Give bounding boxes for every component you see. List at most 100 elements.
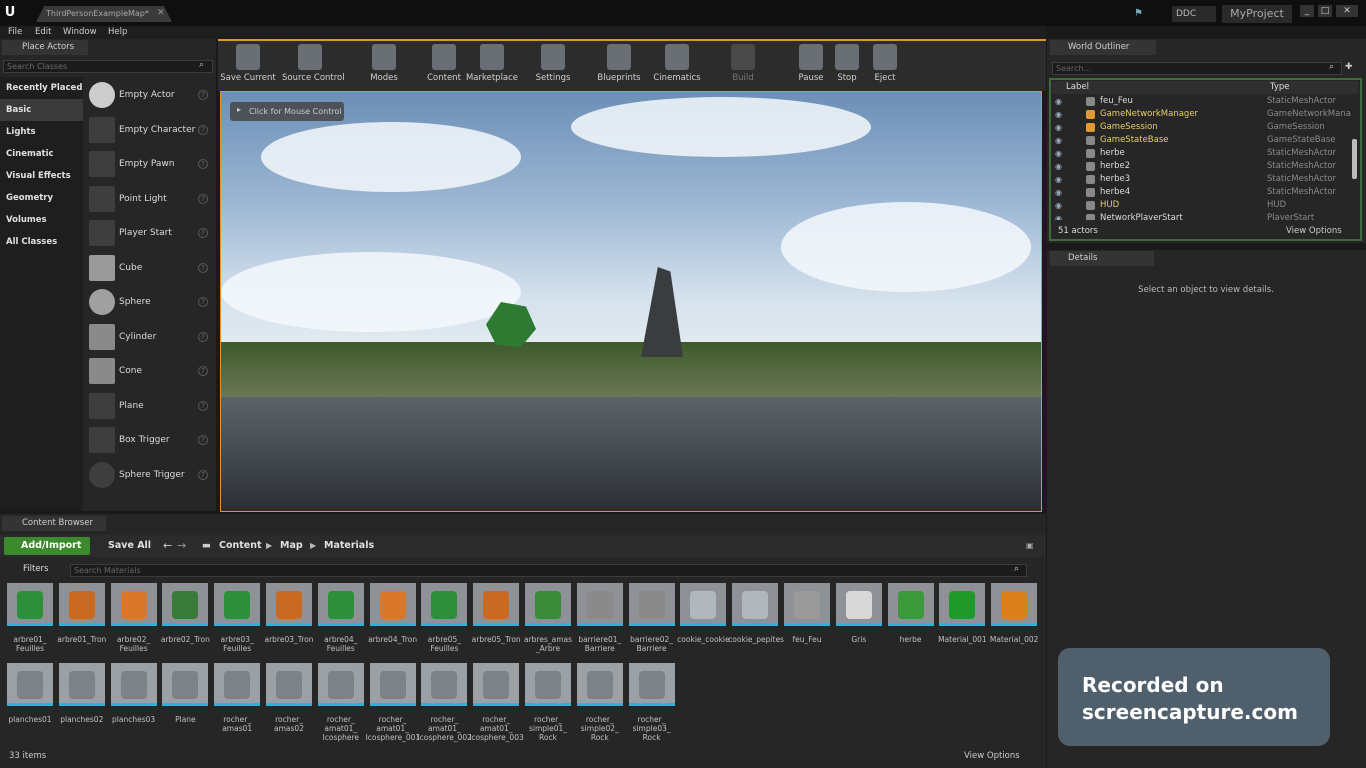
help-icon[interactable]: ? [198,401,208,411]
category-basic[interactable]: Basic [0,99,83,121]
outliner-row[interactable]: ◉ feu_Feu StaticMeshActor [1052,95,1352,108]
outliner-row[interactable]: ◉ herbe3 StaticMeshActor [1052,173,1352,186]
asset-tile[interactable]: arbre05_ Feuilles [421,583,468,663]
actor-empty-pawn[interactable]: Empty Pawn ? [86,148,214,180]
asset-tile[interactable]: cookie_pepites [728,583,784,663]
actor-cylinder[interactable]: Cylinder ? [86,321,214,353]
outliner-row[interactable]: ◉ GameStateBase GameStateBase [1052,134,1352,147]
outliner-row[interactable]: ◉ HUD HUD [1052,199,1352,212]
eye-icon[interactable]: ◉ [1055,160,1062,173]
lock-icon[interactable]: ▣ [1026,541,1034,550]
outliner-search-input[interactable]: Search... [1052,62,1342,75]
actor-cone[interactable]: Cone ? [86,355,214,387]
asset-tile[interactable]: Gris [835,583,882,663]
eye-icon[interactable]: ◉ [1055,173,1062,186]
back-arrow-icon[interactable]: ← [163,539,172,552]
asset-tile[interactable]: rocher_ amas02 [266,663,312,743]
actor-sphere-trigger[interactable]: Sphere Trigger ? [86,459,214,491]
asset-tile[interactable]: planches02 [58,663,105,743]
asset-tile[interactable]: arbre01_Tron [57,583,106,663]
search-materials-input[interactable]: Search Materials [70,564,1027,577]
eye-icon[interactable]: ◉ [1055,186,1062,199]
asset-tile[interactable]: cookie_cookie [677,583,730,663]
asset-tile[interactable]: rocher_ amat01_ Icosphere_001 [366,663,420,743]
place-actors-tab[interactable]: Place Actors [2,40,88,55]
search-icon[interactable]: ⌕ [199,60,204,70]
asset-tile[interactable]: arbre04_ Feuilles [317,583,364,663]
actor-empty-actor[interactable]: Empty Actor ? [86,79,214,111]
help-icon[interactable]: ? [198,90,208,100]
minimize-button[interactable]: _ [1300,5,1314,17]
asset-tile[interactable]: arbre05_Tron [472,583,521,663]
search-icon[interactable]: ⌕ [1014,564,1019,574]
help-icon[interactable]: ? [198,228,208,238]
asset-tile[interactable]: rocher_ amat01_ Icosphere [317,663,364,743]
category-lights[interactable]: Lights [0,121,83,143]
asset-tile[interactable]: herbe [887,583,934,663]
category-cinematic[interactable]: Cinematic [0,143,83,165]
outliner-row[interactable]: ◉ GameNetworkManager GameNetworkManage [1052,108,1352,121]
asset-tile[interactable]: rocher_ simple01_ Rock [525,663,571,743]
outliner-scrollbar[interactable] [1352,139,1357,179]
column-type[interactable]: Type [1270,81,1290,94]
actor-box-trigger[interactable]: Box Trigger ? [86,424,214,456]
outliner-row[interactable]: ◉ herbe StaticMeshActor [1052,147,1352,160]
close-window-button[interactable]: ✕ [1336,5,1358,17]
breadcrumb-map[interactable]: Map [280,537,303,555]
asset-tile[interactable]: arbres_amas _Arbre [524,583,572,663]
eye-icon[interactable]: ◉ [1055,199,1062,212]
blueprints-button[interactable]: Blueprints [591,42,647,88]
category-all-classes[interactable]: All Classes [0,231,83,253]
category-volumes[interactable]: Volumes [0,209,83,231]
eye-icon[interactable]: ◉ [1055,95,1062,108]
details-tab[interactable]: Details [1050,251,1154,266]
content-browser-tab[interactable]: Content Browser [2,516,106,531]
category-recently-placed[interactable]: Recently Placed [0,77,83,99]
asset-tile[interactable]: planches03 [110,663,157,743]
settings-button[interactable]: Settings [525,42,581,88]
help-icon[interactable]: ? [198,435,208,445]
category-geometry[interactable]: Geometry [0,187,83,209]
category-visual-effects[interactable]: Visual Effects [0,165,83,187]
actor-sphere[interactable]: Sphere ? [86,286,214,318]
forward-arrow-icon[interactable]: → [177,539,186,552]
eye-icon[interactable]: ◉ [1055,134,1062,147]
help-icon[interactable]: ? [198,125,208,135]
actor-point-light[interactable]: Point Light ? [86,183,214,215]
menu-help[interactable]: Help [108,26,127,39]
asset-tile[interactable]: Plane [162,663,209,743]
content-view-options[interactable]: View Options [964,751,1020,761]
help-icon[interactable]: ? [198,159,208,169]
modes-button[interactable]: Modes [356,42,412,88]
asset-tile[interactable]: arbre03_ Feuilles [214,583,261,663]
build-button[interactable]: Build [715,42,771,88]
actor-player-start[interactable]: Player Start ? [86,217,214,249]
document-tab[interactable]: ThirdPersonExampleMap* [36,6,172,22]
filters-button[interactable]: Filters [5,563,48,576]
search-icon[interactable]: ⌕ [1329,62,1334,72]
add-filter-icon[interactable]: ✚ [1345,62,1353,72]
column-label[interactable]: Label [1066,81,1089,94]
flag-icon[interactable]: ⚑ [1134,8,1146,20]
help-icon[interactable]: ? [198,263,208,273]
eject-button[interactable]: Eject [857,42,913,88]
marketplace-button[interactable]: Marketplace [464,42,520,88]
outliner-row[interactable]: ◉ herbe4 StaticMeshActor [1052,186,1352,199]
search-classes-input[interactable]: Search Classes [3,60,213,73]
asset-tile[interactable]: Material_002 [990,583,1038,663]
close-tab-icon[interactable]: ✕ [157,8,165,18]
ddc-indicator[interactable]: DDC [1172,6,1216,22]
maximize-button[interactable]: □ [1318,5,1332,17]
actor-cube[interactable]: Cube ? [86,252,214,284]
asset-tile[interactable]: rocher_ amas01 [214,663,261,743]
help-icon[interactable]: ? [198,470,208,480]
asset-tile[interactable]: rocher_ amat01_ Icosphere_002 [417,663,472,743]
outliner-row[interactable]: ◉ GameSession GameSession [1052,121,1352,134]
save-all-button[interactable]: Save All [95,537,151,555]
world-outliner-tab[interactable]: World Outliner [1050,40,1156,55]
asset-tile[interactable]: barriere02_ Barriere [628,583,675,663]
help-icon[interactable]: ? [198,332,208,342]
outliner-row[interactable]: ◉ herbe2 StaticMeshActor [1052,160,1352,173]
eye-icon[interactable]: ◉ [1055,212,1062,220]
asset-tile[interactable]: feu_Feu [784,583,830,663]
